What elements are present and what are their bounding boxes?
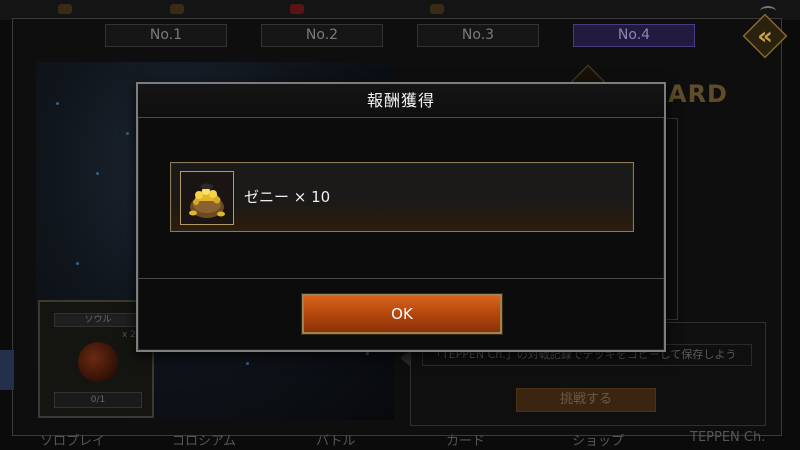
tab-no-1[interactable]: No.1 xyxy=(105,24,227,47)
right-panel xyxy=(664,118,678,320)
status-icon xyxy=(170,4,184,14)
tab-no-3[interactable]: No.3 xyxy=(417,24,539,47)
reward-text: ゼニー × 10 xyxy=(244,188,331,206)
nav-item-teppen-ch[interactable]: TEPPEN Ch. xyxy=(690,430,765,445)
status-icon xyxy=(58,4,72,14)
reward-item: ゼニー × 10 xyxy=(170,162,634,232)
soul-label: ソウル xyxy=(54,313,142,327)
nav-item-battle[interactable]: バトル xyxy=(316,430,355,449)
soul-gem-icon xyxy=(78,342,118,382)
spark xyxy=(366,352,369,355)
deck-tabs: No.1 No.2 No.3 No.4 xyxy=(0,24,800,48)
side-emblem xyxy=(0,350,14,390)
ok-button[interactable]: OK xyxy=(302,294,502,334)
challenge-button[interactable]: 挑戦する xyxy=(516,388,656,412)
status-icon xyxy=(290,4,304,14)
status-icon xyxy=(430,4,444,14)
soul-count: 0/1 xyxy=(54,392,142,408)
bottom-nav: ソロプレイ コロシアム バトル カード ショップ TEPPEN Ch. xyxy=(0,428,800,450)
nav-item-colosseum[interactable]: コロシアム xyxy=(172,430,236,449)
board-title: ARD xyxy=(668,80,728,108)
tip-arrow xyxy=(400,350,410,366)
reward-dialog: 報酬獲得 ゼニー × 10 OK xyxy=(136,82,666,352)
zenny-bag-icon xyxy=(189,183,225,218)
spark xyxy=(76,262,79,265)
dialog-title: 報酬獲得 xyxy=(366,91,435,110)
dialog-header: 報酬獲得 xyxy=(138,84,664,118)
spark xyxy=(246,362,249,365)
status-strip xyxy=(0,0,800,20)
spark xyxy=(96,172,99,175)
spark xyxy=(126,132,129,135)
reward-icon-frame xyxy=(180,171,234,225)
back-chevron-icon: « xyxy=(757,22,773,50)
tab-no-4[interactable]: No.4 xyxy=(573,24,695,47)
soul-multiplier: x 2 xyxy=(122,330,136,340)
nav-item-cards[interactable]: カード xyxy=(446,430,485,449)
tab-no-2[interactable]: No.2 xyxy=(261,24,383,47)
nav-item-shop[interactable]: ショップ xyxy=(572,430,624,449)
dialog-divider xyxy=(138,278,664,279)
nav-item-solo-play[interactable]: ソロプレイ xyxy=(40,430,105,449)
spark xyxy=(56,102,59,105)
